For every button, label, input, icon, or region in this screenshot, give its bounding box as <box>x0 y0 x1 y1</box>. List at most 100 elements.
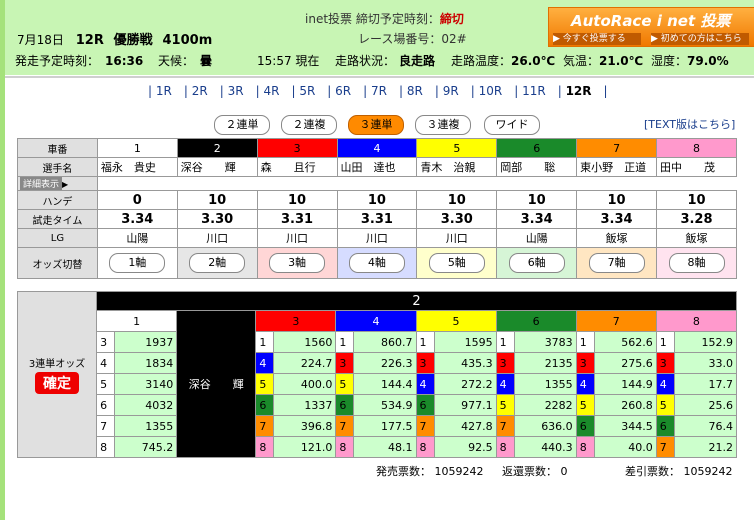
odds-value[interactable]: 1560 <box>273 331 337 353</box>
odds-value[interactable]: 224.7 <box>273 352 337 374</box>
bet-type-2-button[interactable]: ２連複 <box>281 115 337 135</box>
odds-value[interactable]: 272.2 <box>433 373 497 395</box>
text-version-link[interactable]: [TEXT版はこちら] <box>644 116 735 132</box>
odds-value[interactable]: 226.3 <box>353 352 417 374</box>
odds-value[interactable]: 396.8 <box>273 415 337 437</box>
trial-time-2: 3.30 <box>176 209 258 229</box>
bet-type-4-button[interactable]: ３連複 <box>415 115 471 135</box>
racer-name-4[interactable]: 山田 達也 <box>336 157 418 177</box>
axis-button-4[interactable]: 4軸 <box>348 253 405 273</box>
odds-value[interactable]: 121.0 <box>273 436 337 458</box>
odds-value[interactable]: 1355 <box>114 415 178 437</box>
odds-third-car: 7 <box>255 415 275 437</box>
race-link-3R[interactable]: 3R <box>228 84 244 98</box>
axis-button-7[interactable]: 7軸 <box>588 253 645 273</box>
axis-button-6[interactable]: 6軸 <box>508 253 565 273</box>
odds-value[interactable]: 1355 <box>513 373 577 395</box>
racer-name-8[interactable]: 田中 茂 <box>656 157 737 177</box>
odds-value[interactable]: 2282 <box>513 394 577 416</box>
detail-button[interactable]: 詳細表示 <box>20 177 63 190</box>
race-link-7R[interactable]: 7R <box>371 84 387 98</box>
bet-type-3-button[interactable]: ３連単 <box>348 115 404 135</box>
axis-button-2[interactable]: 2軸 <box>189 253 246 273</box>
race-link-4R[interactable]: 4R <box>263 84 279 98</box>
autorace-inet-logo[interactable]: AutoRace i net 投票 ▶ 今すぐ投票する ▶ 初めての方はこちら <box>548 7 754 47</box>
first-time-button[interactable]: ▶ 初めての方はこちら <box>651 33 749 45</box>
odds-third-car: 4 <box>575 373 595 395</box>
odds-value[interactable]: 534.9 <box>353 394 417 416</box>
handicap-8: 10 <box>656 190 737 210</box>
odds-third-car: 5 <box>335 373 355 395</box>
race-link-8R[interactable]: 8R <box>407 84 423 98</box>
odds-value[interactable]: 440.3 <box>513 436 577 458</box>
odds-value[interactable]: 977.1 <box>433 394 497 416</box>
odds-third-car: 8 <box>575 436 595 458</box>
trial-time-5: 3.30 <box>416 209 498 229</box>
racer-name-5[interactable]: 青木 治親 <box>416 157 498 177</box>
odds-value[interactable]: 344.5 <box>593 415 657 437</box>
vote-now-button[interactable]: ▶ 今すぐ投票する <box>553 33 641 45</box>
odds-value[interactable]: 17.7 <box>673 373 738 395</box>
odds-value[interactable]: 177.5 <box>353 415 417 437</box>
odds-value[interactable]: 427.8 <box>433 415 497 437</box>
odds-value[interactable]: 144.9 <box>593 373 657 395</box>
race-link-9R[interactable]: 9R <box>443 84 459 98</box>
axis-button-8[interactable]: 8軸 <box>668 253 725 273</box>
odds-value[interactable]: 25.6 <box>673 394 738 416</box>
odds-value[interactable]: 40.0 <box>593 436 657 458</box>
odds-value[interactable]: 1595 <box>433 331 497 353</box>
odds-third-car: 6 <box>335 394 355 416</box>
axis-cell-5: 5軸 <box>416 247 498 279</box>
race-nav-separator: | <box>148 84 153 98</box>
racer-name-7[interactable]: 東小野 正道 <box>576 157 657 177</box>
odds-value[interactable]: 1937 <box>114 331 178 353</box>
odds-value[interactable]: 260.8 <box>593 394 657 416</box>
odds-value[interactable]: 33.0 <box>673 352 738 374</box>
odds-col-header-5: 5 <box>415 310 497 332</box>
detail-spacer <box>337 177 417 191</box>
odds-value[interactable]: 3783 <box>513 331 577 353</box>
car-no-7: 7 <box>576 138 657 158</box>
odds-value[interactable]: 3140 <box>114 373 178 395</box>
axis-button-1[interactable]: 1軸 <box>109 253 166 273</box>
bet-type-1-button[interactable]: ２連単 <box>214 115 270 135</box>
race-link-11R[interactable]: 11R <box>522 84 546 98</box>
race-link-12R[interactable]: 12R <box>566 84 592 98</box>
racer-name-1[interactable]: 福永 貴史 <box>96 157 178 177</box>
odds-value[interactable]: 745.2 <box>114 436 178 458</box>
odds-value[interactable]: 860.7 <box>353 331 417 353</box>
weather-value: 曇 <box>200 54 213 68</box>
odds-value[interactable]: 48.1 <box>353 436 417 458</box>
odds-value[interactable]: 4032 <box>114 394 178 416</box>
odds-value[interactable]: 76.4 <box>673 415 738 437</box>
race-link-5R[interactable]: 5R <box>299 84 315 98</box>
racer-name-6[interactable]: 岡部 聡 <box>496 157 578 177</box>
odds-value[interactable]: 435.3 <box>433 352 497 374</box>
odds-switch-label: オッズ切替 <box>17 247 98 279</box>
odds-value[interactable]: 144.4 <box>353 373 417 395</box>
odds-value[interactable]: 1834 <box>114 352 178 374</box>
car-no-3: 3 <box>256 138 338 158</box>
odds-value[interactable]: 1337 <box>273 394 337 416</box>
detail-spacer <box>577 177 657 191</box>
odds-value[interactable]: 21.2 <box>673 436 738 458</box>
race-link-6R[interactable]: 6R <box>335 84 351 98</box>
axis-button-3[interactable]: 3軸 <box>269 253 326 273</box>
odds-value[interactable]: 562.6 <box>593 331 657 353</box>
bet-type-5-button[interactable]: ワイド <box>484 115 540 135</box>
race-link-2R[interactable]: 2R <box>192 84 208 98</box>
racer-name-3[interactable]: 森 且行 <box>256 157 338 177</box>
race-link-1R[interactable]: 1R <box>156 84 172 98</box>
odds-value[interactable]: 275.6 <box>593 352 657 374</box>
racer-name-2[interactable]: 深谷 輝 <box>176 157 258 177</box>
race-link-10R[interactable]: 10R <box>479 84 503 98</box>
odds-value[interactable]: 92.5 <box>433 436 497 458</box>
axis-button-5[interactable]: 5軸 <box>428 253 485 273</box>
track-temp: 走路温度：26.0℃ <box>451 52 555 69</box>
race-date: 7月18日 <box>17 33 64 47</box>
odds-third-car: 5 <box>575 394 595 416</box>
odds-value[interactable]: 152.9 <box>673 331 738 353</box>
odds-value[interactable]: 400.0 <box>273 373 337 395</box>
odds-value[interactable]: 2135 <box>513 352 577 374</box>
odds-value[interactable]: 636.0 <box>513 415 577 437</box>
